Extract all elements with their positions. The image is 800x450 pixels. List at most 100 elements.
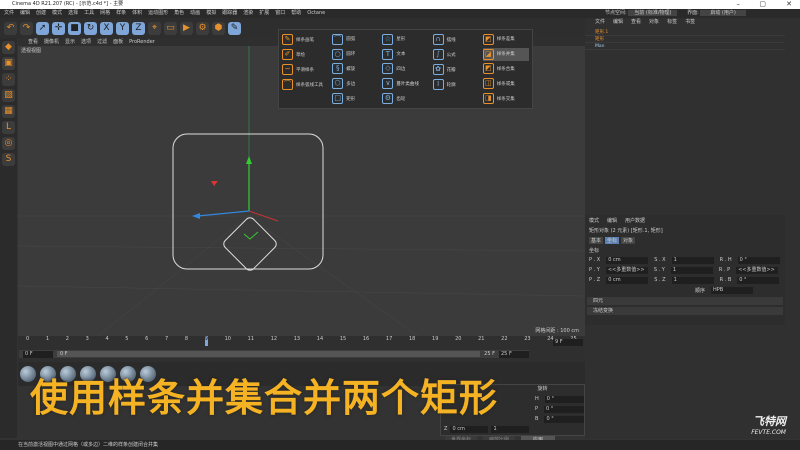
- om-menu-item[interactable]: 编辑: [613, 18, 623, 27]
- spline-menu-item[interactable]: ~ 平滑样条: [282, 63, 328, 76]
- om-menu-item[interactable]: 书签: [685, 18, 695, 27]
- attribute-tab[interactable]: 对象: [621, 236, 636, 244]
- coordinate-field[interactable]: 1: [671, 276, 714, 284]
- rotation-field[interactable]: 0 °: [544, 395, 584, 403]
- current-frame-field[interactable]: 9 F: [553, 339, 583, 346]
- range-bar[interactable]: 0 F 0 F 25 F 25 F: [19, 350, 529, 358]
- spline-menu-item[interactable]: ⚙ 齿轮: [382, 92, 428, 105]
- viewport-menu-item[interactable]: 面板: [113, 38, 123, 46]
- menu-item[interactable]: 运动图形: [148, 9, 168, 18]
- x-axis-icon[interactable]: X: [100, 21, 113, 35]
- rotate-icon[interactable]: ↻: [84, 21, 97, 35]
- om-menu-item[interactable]: 标签: [667, 18, 677, 27]
- coordinate-field[interactable]: 1: [670, 266, 713, 274]
- viewport-menu-item[interactable]: 选项: [81, 38, 91, 46]
- order-dropdown[interactable]: HPB: [711, 286, 754, 294]
- menu-item[interactable]: 角色: [174, 9, 184, 18]
- menu-item[interactable]: 模式: [52, 9, 62, 18]
- menu-item[interactable]: 模拟: [206, 9, 216, 18]
- group-quaternion[interactable]: 四元: [587, 297, 783, 305]
- y-axis-icon[interactable]: Y: [116, 21, 129, 35]
- menu-item[interactable]: 体积: [132, 9, 142, 18]
- menu-item[interactable]: 跟踪器: [222, 9, 237, 18]
- object-row[interactable]: 矩形.1: [585, 29, 785, 36]
- spline-menu-item[interactable]: ✿ 花瓣: [432, 63, 479, 76]
- spline-menu-item[interactable]: ∨ 蔓叶类曲线: [382, 77, 428, 90]
- coordinate-field[interactable]: <<多重数值>>: [736, 266, 779, 274]
- menu-item[interactable]: 选择: [68, 9, 78, 18]
- spline-menu-item[interactable]: ✎ 样条画笔: [282, 33, 328, 46]
- attribute-menu-item[interactable]: 编辑: [607, 217, 617, 224]
- select-icon[interactable]: ➚: [36, 21, 49, 35]
- menu-item[interactable]: 网格: [100, 9, 110, 18]
- om-menu-item[interactable]: 对象: [649, 18, 659, 27]
- spline-menu-item[interactable]: □ 矩形: [332, 92, 378, 105]
- range-slider[interactable]: 0 F: [57, 351, 481, 357]
- menu-item[interactable]: 渲染: [243, 9, 253, 18]
- menu-item[interactable]: 编辑: [20, 9, 30, 18]
- attribute-menu-item[interactable]: 用户数据: [625, 217, 645, 224]
- minimize-button[interactable]: –: [737, 0, 741, 9]
- spline-menu-item[interactable]: ◩ 样条差集: [482, 33, 529, 46]
- coordinate-field[interactable]: 0 °: [737, 276, 780, 284]
- timeline[interactable]: 0 1 2 3 4 5 6 7 8 9 10 11 12 13 14 15 16 17 18 19 20 21 22 23 24…: [18, 336, 585, 362]
- spline-menu-item[interactable]: ◪ 样条并集: [482, 47, 530, 61]
- group-freeze[interactable]: 冻结变换: [587, 307, 783, 315]
- rotation-field[interactable]: 0 °: [544, 405, 584, 413]
- viewport-menu-item[interactable]: 摄像机: [44, 38, 59, 46]
- spline-menu-item[interactable]: ∫ 公式: [432, 48, 479, 61]
- menu-item[interactable]: 动画: [190, 9, 200, 18]
- z-axis-icon[interactable]: Z: [132, 21, 145, 35]
- edges-mode-icon[interactable]: ▨: [2, 89, 15, 102]
- spline-menu-item[interactable]: § 螺旋: [332, 63, 378, 76]
- maximize-button[interactable]: ▢: [759, 0, 766, 9]
- spline-menu-item[interactable]: I 轮廓: [432, 78, 479, 91]
- menu-item[interactable]: 样条: [116, 9, 126, 18]
- spline-menu-item[interactable]: ◇ 四边: [382, 63, 428, 76]
- object-name[interactable]: 矩形.1: [595, 30, 608, 35]
- node-space-dropdown[interactable]: 当前 (标准/物理): [628, 10, 678, 16]
- redo-icon[interactable]: ↷: [20, 21, 33, 35]
- menu-item[interactable]: 创建: [36, 9, 46, 18]
- spline-menu-item[interactable]: ○ 圆环: [332, 48, 378, 61]
- object-name[interactable]: Man: [595, 44, 605, 49]
- object-row[interactable]: Man: [585, 43, 785, 50]
- z-position-field[interactable]: 0 cm: [450, 425, 489, 433]
- spline-pen-icon[interactable]: ✎: [228, 21, 241, 35]
- z-scale-field[interactable]: 1: [491, 425, 530, 433]
- make-editable-icon[interactable]: ◆: [2, 41, 15, 54]
- viewport-menu-item[interactable]: ProRender: [129, 38, 155, 46]
- axis-mode-icon[interactable]: L: [2, 121, 15, 134]
- rotation-field[interactable]: 0 °: [544, 415, 584, 423]
- spline-menu-item[interactable]: ◨ 样条交集: [482, 92, 529, 105]
- render-icon[interactable]: ▶: [180, 21, 193, 35]
- menu-item[interactable]: 扩展: [259, 9, 269, 18]
- soft-select-icon[interactable]: S: [2, 153, 15, 166]
- spline-menu-item[interactable]: ∩ 摆线: [432, 33, 479, 46]
- menu-item[interactable]: Octane: [307, 9, 325, 18]
- attribute-tab[interactable]: 坐标: [605, 236, 620, 244]
- scale-icon[interactable]: ■: [68, 21, 81, 35]
- spline-menu-item[interactable]: ⬡ 多边: [332, 77, 378, 90]
- om-menu-item[interactable]: 查看: [631, 18, 641, 27]
- object-row[interactable]: 矩形: [585, 36, 785, 43]
- polygons-mode-icon[interactable]: ▦: [2, 105, 15, 118]
- cube-icon[interactable]: ⬢: [212, 21, 225, 35]
- render-settings-icon[interactable]: ⚙: [196, 21, 209, 35]
- attribute-tab[interactable]: 基本: [589, 236, 604, 244]
- object-name[interactable]: 矩形: [595, 37, 604, 42]
- end-frame-field[interactable]: 25 F: [499, 350, 529, 358]
- viewport-menu-item[interactable]: 显示: [65, 38, 75, 46]
- coordinate-field[interactable]: 0 cm: [606, 276, 649, 284]
- attribute-menu-item[interactable]: 模式: [589, 217, 599, 224]
- move-icon[interactable]: ✛: [52, 21, 65, 35]
- layout-dropdown[interactable]: 启动 (用户): [700, 10, 746, 16]
- spline-menu-item[interactable]: ◩ 样条合集: [482, 63, 529, 76]
- menu-item[interactable]: 工具: [84, 9, 94, 18]
- spline-menu-item[interactable]: ⌒ 圆弧: [332, 33, 378, 46]
- spline-menu-item[interactable]: ⌒ 样条弧线工具: [282, 78, 328, 91]
- spline-menu-item[interactable]: ✐ 草绘: [282, 48, 328, 61]
- render-view-icon[interactable]: ▭: [164, 21, 177, 35]
- spline-menu-item[interactable]: ☆ 星形: [382, 33, 428, 46]
- coordinate-field[interactable]: 1: [671, 256, 714, 264]
